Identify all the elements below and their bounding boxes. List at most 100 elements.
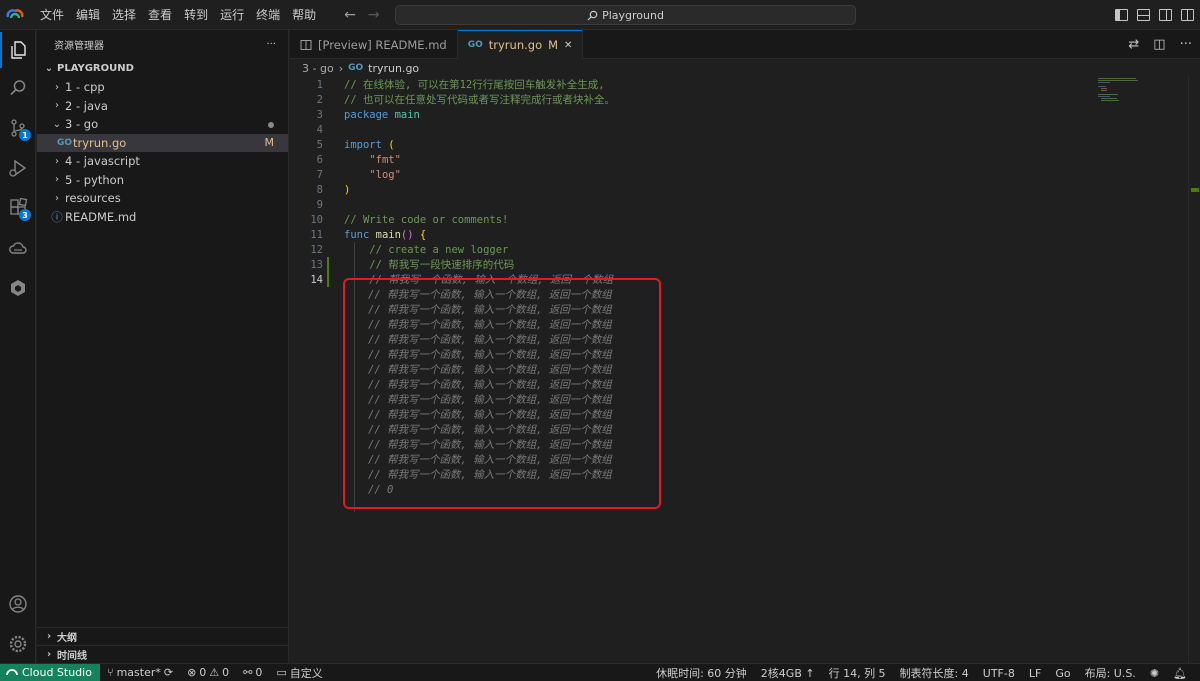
error-count: 0 xyxy=(199,666,207,679)
encoding[interactable]: UTF-8 xyxy=(976,667,1022,680)
toggle-panel-icon[interactable] xyxy=(1137,9,1150,21)
code-line[interactable]: 13 // 帮我写一段快速排序的代码 xyxy=(290,258,1090,273)
code-line[interactable]: 8) xyxy=(290,183,1090,198)
problems-indicator[interactable]: ⊗ 0 ⚠ 0 xyxy=(180,666,236,679)
menu-go[interactable]: 转到 xyxy=(178,0,214,30)
code-line[interactable]: 5 import ( xyxy=(290,138,1090,153)
chevron-right-icon: › xyxy=(55,192,59,204)
sleep-time[interactable]: 休眠时间: 60 分钟 xyxy=(649,665,754,681)
vertical-scrollbar[interactable] xyxy=(1188,76,1200,663)
more-actions-icon[interactable]: ··· xyxy=(266,39,276,50)
code-line[interactable]: 2 // 也可以在任意处写代码或者写注释完成行或者块补全。 xyxy=(290,93,1090,108)
code-line[interactable]: 1 // 在线体验, 可以在第12行行尾按回车触发补全生成, xyxy=(290,78,1090,93)
tree-file-readme[interactable]: ⓘ README.md xyxy=(37,208,288,227)
menu-run[interactable]: 运行 xyxy=(214,0,250,30)
run-debug-icon[interactable] xyxy=(0,150,36,186)
ports-indicator[interactable]: ⚯ 0 xyxy=(236,666,269,679)
tab-size[interactable]: 制表符长度: 4 xyxy=(893,665,976,681)
tree-folder-resources[interactable]: › resources xyxy=(37,189,288,208)
outline-section-header[interactable]: › 大纲 xyxy=(37,627,289,645)
forward-arrow-icon[interactable]: → xyxy=(368,7,380,23)
tree-folder-python[interactable]: › 5 - python xyxy=(37,171,288,190)
editor-tabs: [Preview] README.md GO tryrun.go M ✕ ⇄ ◫… xyxy=(290,30,1200,59)
keyboard-layout[interactable]: 布局: U.S. xyxy=(1078,665,1143,681)
source-control-icon[interactable]: 1 xyxy=(0,110,36,146)
compare-changes-icon[interactable]: ⇄ xyxy=(1128,37,1139,52)
customize-layout-icon[interactable] xyxy=(1181,9,1194,21)
command-center-search[interactable]: Playground xyxy=(395,5,856,25)
explorer-icon[interactable] xyxy=(0,32,36,68)
chevron-right-icon: › xyxy=(55,174,59,186)
tree-folder-go[interactable]: ⌄ 3 - go xyxy=(37,115,288,134)
toggle-primary-sidebar-icon[interactable] xyxy=(1115,9,1128,21)
cloud-icon[interactable] xyxy=(0,230,36,266)
close-icon[interactable]: ✕ xyxy=(564,40,572,51)
cloud-studio-logo-icon xyxy=(0,0,30,30)
extensions-icon[interactable]: 3 xyxy=(0,190,36,226)
settings-gear-icon[interactable] xyxy=(0,626,36,662)
cube-icon[interactable] xyxy=(0,270,36,306)
tree-folder-java[interactable]: › 2 - java xyxy=(37,97,288,116)
back-arrow-icon[interactable]: ← xyxy=(344,7,356,23)
cursor-position[interactable]: 行 14, 列 5 xyxy=(822,665,893,681)
code-token: // 在线体验, 可以在第12行行尾按回车触发补全生成, xyxy=(344,79,605,91)
language-mode[interactable]: Go xyxy=(1048,667,1077,680)
workspace-section-header[interactable]: ⌄ PLAYGROUND xyxy=(37,58,288,78)
tree-folder-cpp[interactable]: › 1 - cpp xyxy=(37,78,288,97)
code-line[interactable]: 3 package main xyxy=(290,108,1090,123)
chevron-down-icon: ⌄ xyxy=(44,62,54,74)
machine-spec[interactable]: 2核4GB ↑ xyxy=(754,665,822,681)
code-line[interactable]: 12 // create a new logger xyxy=(290,243,1090,258)
code-editor[interactable]: 1 // 在线体验, 可以在第12行行尾按回车触发补全生成, 2 // 也可以在任意处… xyxy=(290,76,1200,663)
code-line[interactable]: 9 xyxy=(290,198,1090,213)
timeline-section-header[interactable]: › 时间线 xyxy=(37,645,289,663)
code-line[interactable]: 7 "log" xyxy=(290,168,1090,183)
chevron-right-icon: › xyxy=(55,81,59,93)
more-actions-icon[interactable]: ··· xyxy=(1180,37,1192,52)
ghost-suggestion-line: // 帮我写一个函数, 输入一个数组, 返回一个数组 xyxy=(290,288,1090,303)
breadcrumb-folder[interactable]: 3 - go xyxy=(302,62,334,75)
tab-tryrun-go[interactable]: GO tryrun.go M ✕ xyxy=(457,30,584,59)
tab-readme-preview[interactable]: [Preview] README.md xyxy=(290,30,458,59)
code-line[interactable]: 10 // Write code or comments! xyxy=(290,213,1090,228)
branch-indicator[interactable]: ⑂ master* ⟳ xyxy=(100,666,180,679)
notifications-bell-icon[interactable]: 🔔︎ xyxy=(1166,667,1194,680)
copilot-icon[interactable]: ✺ xyxy=(1143,667,1166,680)
search-icon[interactable] xyxy=(0,70,36,106)
menu-terminal[interactable]: 终端 xyxy=(250,0,286,30)
code-text: ) xyxy=(344,183,350,198)
code-line[interactable]: 14 // 帮我写一个函数, 输入一个数组, 返回一个数组 xyxy=(290,273,1090,288)
menu-selection[interactable]: 选择 xyxy=(106,0,142,30)
ports-count: 0 xyxy=(255,666,263,679)
tree-folder-javascript[interactable]: › 4 - javascript xyxy=(37,152,288,171)
modified-dot-icon xyxy=(268,121,274,128)
extensions-badge: 3 xyxy=(19,209,31,221)
code-token: "log" xyxy=(369,169,401,181)
code-line[interactable]: 6 "fmt" xyxy=(290,153,1090,168)
tree-item-label: tryrun.go xyxy=(73,135,127,150)
menu-help[interactable]: 帮助 xyxy=(286,0,322,30)
sync-icon[interactable]: ⟳ xyxy=(164,666,173,679)
split-editor-icon[interactable]: ◫ xyxy=(1153,37,1165,52)
go-file-icon: GO xyxy=(348,63,364,73)
code-text: package main xyxy=(344,108,420,123)
toggle-secondary-sidebar-icon[interactable] xyxy=(1159,9,1172,21)
menu-file[interactable]: 文件 xyxy=(34,0,70,30)
custom-indicator[interactable]: ▭ 自定义 xyxy=(269,665,329,681)
code-text: // 在线体验, 可以在第12行行尾按回车触发补全生成, xyxy=(344,78,605,93)
ghost-text: // 帮我写一个函数, 输入一个数组, 返回一个数组 xyxy=(368,319,612,331)
menu-edit[interactable]: 编辑 xyxy=(70,0,106,30)
code-line[interactable]: 11 func main() { xyxy=(290,228,1090,243)
remote-indicator[interactable]: Cloud Studio xyxy=(0,663,100,681)
menu-view[interactable]: 查看 xyxy=(142,0,178,30)
account-icon[interactable] xyxy=(0,586,36,622)
code-line[interactable]: 4 xyxy=(290,123,1090,138)
ghost-text: // 帮我写一个函数, 输入一个数组, 返回一个数组 xyxy=(368,409,612,421)
breadcrumb-file[interactable]: tryrun.go xyxy=(368,62,419,75)
tab-modified-badge: M xyxy=(548,38,559,52)
minimap[interactable] xyxy=(1096,76,1188,116)
tree-file-tryrun-go[interactable]: GO tryrun.go M xyxy=(37,133,288,152)
end-of-line[interactable]: LF xyxy=(1022,667,1048,680)
